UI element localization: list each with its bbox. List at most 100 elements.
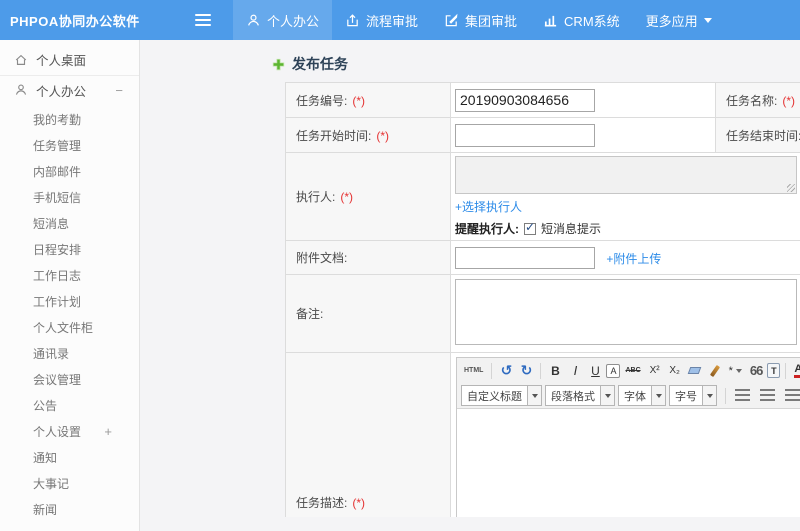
magic-wand-button[interactable]: * [726,361,745,380]
nav-item-0[interactable]: 个人办公 [233,0,333,40]
process-icon [345,13,360,28]
sms-checkbox[interactable]: ✓ [524,220,536,235]
sidebar-item-0[interactable]: 我的考勤 [0,106,139,132]
sidebar-item-6[interactable]: 工作日志 [0,262,139,288]
select-label: 字体 [624,390,646,403]
blockquote-icon: 66 [749,363,764,378]
sidebar-item-11[interactable]: 公告 [0,392,139,418]
sidebar-item-12[interactable]: 个人设置 + [0,418,139,444]
form-row-task-no: 任务编号:(*) 任务名称:(*) [285,82,800,118]
select-label: 自定义标题 [467,390,522,403]
nav-item-2[interactable]: 集团审批 [431,0,530,40]
format-brush-button[interactable] [706,361,724,380]
start-time-input[interactable] [455,123,595,147]
sms-option-label: 短消息提示 [541,222,602,236]
attachment-upload-link[interactable]: +附件上传 [606,250,661,267]
undo-button[interactable]: ↺ [497,361,515,380]
toolbar-separator [540,362,542,379]
form-row-executor: 执行人: (*) +选择执行人 提醒执行人: ✓ 短消息提示 [285,152,800,241]
blockquote-button[interactable]: 66 [747,361,765,380]
task-no-input[interactable] [455,88,595,112]
sidebar-item-label: 大事记 [33,476,70,491]
attachment-input[interactable] [455,246,595,269]
underline-button[interactable]: U [586,361,604,380]
add-plus-icon [272,58,285,71]
executor-box[interactable] [455,156,797,194]
sidebar-item-desktop[interactable]: 个人桌面 [0,46,139,76]
sidebar-item-label: 通讯录 [33,346,70,361]
user-icon [15,84,27,95]
remove-format-button[interactable] [686,361,704,380]
form-row-description: 任务描述: (*) HTML ↺ ↻ B I U A ABC X² X₂ * 66 T A 自定义标题 段落格… [285,352,800,517]
sidebar-item-7[interactable]: 工作计划 [0,288,139,314]
editor-select-0[interactable]: 自定义标题 [461,385,542,406]
page-header: 发布任务 [272,55,800,73]
chevron-down-icon [702,386,716,405]
collapse-icon[interactable]: − [115,83,125,98]
rich-text-editor: HTML ↺ ↻ B I U A ABC X² X₂ * 66 T A 自定义标题 段落格式 字体 字号 [456,357,800,517]
nav-item-label: 集团审批 [465,13,518,29]
editor-select-1[interactable]: 段落格式 [545,385,615,406]
source-button[interactable]: HTML [461,361,486,380]
magic-wand-icon: * [728,364,733,377]
choose-executor-link[interactable]: +选择执行人 [455,198,522,215]
select-label: 字号 [675,390,697,403]
form-row-time: 任务开始时间:(*) 任务结束时间:(*) [285,117,800,153]
sidebar-item-10[interactable]: 会议管理 [0,366,139,392]
sidebar-item-label: 工作计划 [33,294,82,309]
sidebar-item-3[interactable]: 手机短信 [0,184,139,210]
italic-button[interactable]: I [566,361,584,380]
expand-icon[interactable]: + [104,424,125,439]
redo-button[interactable]: ↻ [517,361,535,380]
form-row-attachment: 附件文档: +附件上传 [285,240,800,275]
resize-grip[interactable] [787,184,795,192]
hamburger-menu-icon[interactable] [185,0,221,40]
align-right-icon[interactable] [785,389,800,402]
sidebar-item-label: 日程安排 [33,242,82,257]
font-style-button[interactable]: A [606,363,621,378]
subscript-button[interactable]: X₂ [666,361,684,380]
nav-item-label: 流程审批 [366,13,419,29]
align-center-icon[interactable] [760,389,775,402]
font-color-button[interactable]: A [791,361,800,380]
remark-textarea[interactable] [455,279,797,345]
strikethrough-button[interactable]: ABC [622,361,643,380]
nav-item-4[interactable]: 更多应用 [633,0,725,40]
form-row-remark: 备注: [285,274,800,353]
sidebar-item-8[interactable]: 个人文件柜 [0,314,139,340]
sidebar-item-5[interactable]: 日程安排 [0,236,139,262]
editor-select-2[interactable]: 字体 [618,385,666,406]
sidebar-item-label: 工作日志 [33,268,82,283]
sidebar-item-label: 个人文件柜 [33,320,94,335]
sidebar-item-13[interactable]: 通知 [0,444,139,470]
edit-icon [444,13,459,28]
sidebar-item-label: 通知 [33,450,58,465]
nav-item-label: CRM系统 [564,13,620,29]
editor-content-area[interactable] [457,408,800,517]
nav-item-1[interactable]: 流程审批 [332,0,431,40]
sidebar-item-9[interactable]: 通讯录 [0,340,139,366]
toolbar-selects: 自定义标题 段落格式 字体 字号 [461,385,720,406]
toolbar-separator [491,362,493,379]
editor-select-3[interactable]: 字号 [669,385,717,406]
sidebar-item-14[interactable]: 大事记 [0,470,139,496]
superscript-button[interactable]: X² [646,361,664,380]
editor-toolbar-row1: HTML ↺ ↻ B I U A ABC X² X₂ * 66 T A [457,358,800,383]
font-color-icon: A [794,363,800,378]
sidebar-group-personal-office[interactable]: 个人办公 − [0,76,139,104]
sidebar-item-label: 新闻 [33,502,58,517]
chevron-down-icon [651,386,665,405]
required-mark: (*) [340,190,354,204]
align-left-icon[interactable] [735,389,750,402]
home-icon [15,54,27,65]
toolbar-separator [785,362,787,379]
bold-button[interactable]: B [546,361,564,380]
required-mark: (*) [782,93,796,108]
sidebar-item-4[interactable]: 短消息 [0,210,139,236]
sidebar-item-2[interactable]: 内部邮件 [0,158,139,184]
paste-text-button[interactable]: T [767,363,781,378]
toolbar-separator [725,387,726,404]
sidebar-item-1[interactable]: 任务管理 [0,132,139,158]
nav-item-3[interactable]: CRM系统 [530,0,633,40]
sidebar-item-15[interactable]: 新闻 [0,496,139,522]
